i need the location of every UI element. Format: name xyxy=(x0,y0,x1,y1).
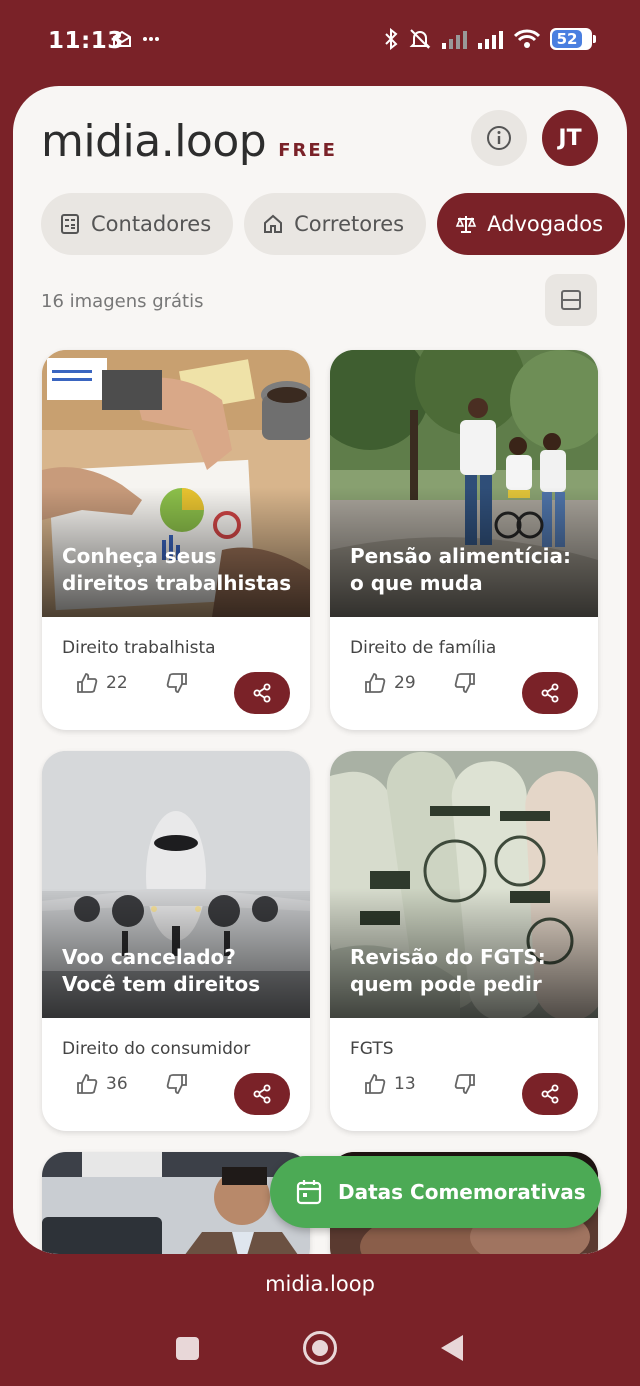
thumbs-up-icon xyxy=(77,1074,98,1094)
like-button[interactable]: 36 xyxy=(76,1073,128,1095)
tab-corretores[interactable]: Corretores xyxy=(244,193,427,255)
like-button[interactable]: 29 xyxy=(364,672,416,694)
home-button[interactable] xyxy=(303,1331,337,1365)
thumbs-down-icon xyxy=(166,673,187,693)
mute-icon xyxy=(409,29,431,49)
post-image[interactable]: Voo cancelado? Você tem direitos xyxy=(42,751,310,1018)
share-button[interactable] xyxy=(522,672,578,714)
battery-indicator: 52 xyxy=(550,28,596,50)
post-card[interactable]: Conheça seus direitos trabalhistas Direi… xyxy=(42,350,310,730)
mail-icon xyxy=(113,30,131,47)
thumbs-down-icon xyxy=(454,1074,475,1094)
post-title: Voo cancelado? Você tem direitos xyxy=(62,945,261,996)
layout-icon xyxy=(561,290,581,310)
post-card[interactable]: Revisão do FGTS: quem pode pedir FGTS 13 xyxy=(330,751,598,1131)
logo-text: midia.loop xyxy=(41,116,267,167)
post-category: Direito trabalhista xyxy=(62,638,216,658)
like-count: 36 xyxy=(106,1074,128,1094)
thumbs-down-icon xyxy=(454,673,475,693)
system-nav-bar xyxy=(0,1322,640,1374)
layout-toggle-button[interactable] xyxy=(545,274,597,326)
image-count: 16 imagens grátis xyxy=(41,291,204,312)
wifi-icon xyxy=(514,29,540,48)
thumbs-down-icon xyxy=(166,1074,187,1094)
tab-advogados[interactable]: Advogados xyxy=(437,193,626,255)
thumbs-up-icon xyxy=(365,1074,386,1094)
post-title: Revisão do FGTS: quem pode pedir xyxy=(350,945,546,996)
like-count: 29 xyxy=(394,673,416,693)
back-button[interactable] xyxy=(441,1335,463,1361)
share-button[interactable] xyxy=(522,1073,578,1115)
calculator-icon xyxy=(61,214,79,234)
bluetooth-icon xyxy=(385,28,398,50)
fab-label: Datas Comemorativas xyxy=(338,1180,586,1204)
signal-weak-icon xyxy=(442,31,467,49)
more-icon xyxy=(143,37,159,41)
like-button[interactable]: 13 xyxy=(364,1073,416,1095)
post-card[interactable] xyxy=(42,1152,310,1254)
share-icon xyxy=(541,1084,559,1104)
post-card[interactable]: Pensão alimentícia: o que muda Direito d… xyxy=(330,350,598,730)
app-logo: midia.loop FREE xyxy=(41,116,337,167)
calendar-icon xyxy=(296,1180,322,1205)
post-title: Conheça seus direitos trabalhistas xyxy=(62,544,292,595)
share-icon xyxy=(253,683,271,703)
post-image[interactable] xyxy=(42,1152,310,1254)
avatar[interactable]: JT xyxy=(542,110,598,166)
share-button[interactable] xyxy=(234,672,290,714)
dislike-button[interactable] xyxy=(166,672,188,694)
footer-brand: midia.loop xyxy=(265,1272,375,1296)
recents-button[interactable] xyxy=(176,1337,199,1360)
like-button[interactable]: 22 xyxy=(76,672,128,694)
thumbs-up-icon xyxy=(365,673,386,693)
tab-label: Corretores xyxy=(294,212,405,236)
share-button[interactable] xyxy=(234,1073,290,1115)
status-bar: 11:13 52 xyxy=(0,0,640,84)
post-title: Pensão alimentícia: o que muda xyxy=(350,544,572,595)
dislike-button[interactable] xyxy=(454,672,476,694)
post-category: Direito do consumidor xyxy=(62,1039,251,1059)
post-image[interactable]: Revisão do FGTS: quem pode pedir xyxy=(330,751,598,1018)
post-category: FGTS xyxy=(350,1039,394,1059)
like-count: 13 xyxy=(394,1074,416,1094)
post-card[interactable]: Voo cancelado? Você tem direitos Direito… xyxy=(42,751,310,1131)
home-icon xyxy=(264,214,283,233)
signal-icon xyxy=(478,31,503,49)
category-tabs: Contadores Corretores Advogados xyxy=(41,193,626,255)
tab-label: Advogados xyxy=(487,212,604,236)
like-count: 22 xyxy=(106,673,128,693)
info-icon xyxy=(487,126,511,150)
tab-contadores[interactable]: Contadores xyxy=(41,193,234,255)
dislike-button[interactable] xyxy=(166,1073,188,1095)
datas-comemorativas-button[interactable]: Datas Comemorativas xyxy=(270,1156,601,1228)
post-image[interactable]: Pensão alimentícia: o que muda xyxy=(330,350,598,617)
tab-label: Contadores xyxy=(91,212,212,236)
thumbs-up-icon xyxy=(77,673,98,693)
post-category: Direito de família xyxy=(350,638,497,658)
share-icon xyxy=(541,683,559,703)
post-image[interactable]: Conheça seus direitos trabalhistas xyxy=(42,350,310,617)
app-container: midia.loop FREE JT Contadores Corretores… xyxy=(13,86,627,1254)
info-button[interactable] xyxy=(471,110,527,166)
scales-icon xyxy=(455,216,477,233)
share-icon xyxy=(253,1084,271,1104)
dislike-button[interactable] xyxy=(454,1073,476,1095)
plan-badge: FREE xyxy=(278,140,337,161)
